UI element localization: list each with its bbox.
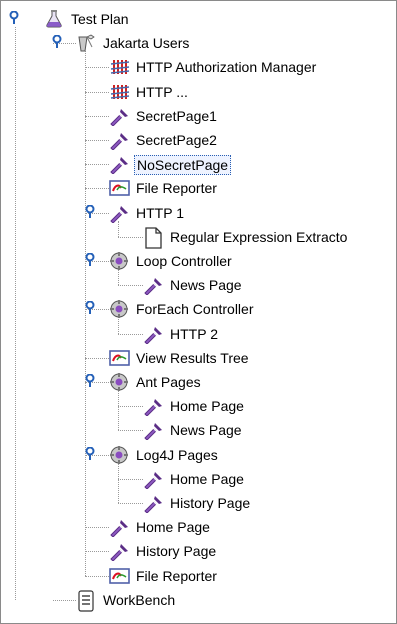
tree-node-label[interactable]: File Reporter <box>134 179 219 197</box>
tree-node-label[interactable]: NoSecretPage <box>134 155 232 176</box>
sampler-pipette-icon <box>109 106 129 127</box>
collapse-toggle-icon[interactable] <box>83 204 97 219</box>
tree-node[interactable]: SecretPage2 <box>1 128 396 151</box>
config-element-icon <box>109 57 130 77</box>
tree-node-label[interactable]: ForEach Controller <box>134 300 256 318</box>
tree-node[interactable]: Regular Expression Extracto <box>1 225 396 249</box>
tree-node-label[interactable]: Home Page <box>168 470 246 488</box>
tree-node[interactable]: File Reporter <box>1 564 396 586</box>
tree-node-label[interactable]: Log4J Pages <box>134 446 220 464</box>
tree-node-label[interactable]: News Page <box>168 421 244 439</box>
collapse-toggle-icon[interactable] <box>50 34 64 49</box>
tree-node[interactable]: History Page <box>1 491 396 514</box>
tree-node-label[interactable]: Ant Pages <box>134 373 203 391</box>
document-icon <box>143 227 163 249</box>
tree-node-label[interactable]: History Page <box>134 542 218 560</box>
tree-node-label[interactable]: File Reporter <box>134 567 219 585</box>
controller-gear-icon <box>109 372 129 392</box>
tree-node[interactable]: History Page <box>1 539 396 563</box>
tree-node-label[interactable]: SecretPage2 <box>134 131 219 149</box>
tree-node[interactable]: File Reporter <box>1 176 396 198</box>
tree-node[interactable]: Ant Pages <box>1 370 396 392</box>
sampler-pipette-icon <box>109 130 129 151</box>
tree-node-label[interactable]: HTTP 1 <box>134 204 186 222</box>
controller-gear-icon <box>109 445 129 465</box>
collapse-toggle-icon[interactable] <box>83 446 97 461</box>
tree-node-label[interactable]: SecretPage1 <box>134 107 219 125</box>
collapse-toggle-icon[interactable] <box>7 10 21 25</box>
tree-node[interactable]: HTTP 1 <box>1 201 396 224</box>
collapse-toggle-icon[interactable] <box>83 252 97 267</box>
listener-icon <box>109 348 130 368</box>
tree-node-label[interactable]: HTTP ... <box>134 83 190 101</box>
sampler-pipette-icon <box>143 469 163 490</box>
flask-icon <box>44 9 64 29</box>
tree-node-label[interactable]: View Results Tree <box>134 349 251 367</box>
controller-gear-icon <box>109 299 129 319</box>
tree-node[interactable]: WorkBench <box>1 588 396 612</box>
sampler-pipette-icon <box>143 493 163 514</box>
thread-group-icon <box>76 33 96 53</box>
sampler-pipette-icon <box>109 203 129 224</box>
collapse-toggle-icon[interactable] <box>83 373 97 388</box>
tree-node[interactable]: Log4J Pages <box>1 443 396 465</box>
tree-node-label[interactable]: HTTP Authorization Manager <box>134 58 318 76</box>
sampler-pipette-icon <box>109 541 129 563</box>
sampler-pipette-icon <box>109 154 129 175</box>
tree-node-label[interactable]: Home Page <box>134 518 212 536</box>
tree-node-label[interactable]: History Page <box>168 494 252 512</box>
tree-node[interactable]: Home Page <box>1 394 396 417</box>
tree-node[interactable]: SecretPage1 <box>1 104 396 127</box>
tree-panel: Test Plan Jakarta Users HTTP Authorization… <box>0 0 397 624</box>
sampler-pipette-icon <box>143 420 163 442</box>
tree-node[interactable]: Loop Controller <box>1 249 396 271</box>
tree-node[interactable]: Test Plan <box>1 7 396 29</box>
tree-node-label[interactable]: HTTP 2 <box>168 325 220 343</box>
tree-node[interactable]: HTTP Authorization Manager <box>1 55 396 77</box>
tree-node-label[interactable]: Regular Expression Extracto <box>168 228 349 246</box>
controller-gear-icon <box>109 251 129 271</box>
tree-node[interactable]: Jakarta Users <box>1 31 396 53</box>
listener-icon <box>109 566 130 586</box>
tree-node[interactable]: NoSecretPage <box>1 152 396 176</box>
tree-node-label[interactable]: Test Plan <box>69 10 131 28</box>
config-element-icon <box>109 82 130 102</box>
workbench-icon <box>76 590 96 612</box>
tree-node-label[interactable]: Home Page <box>168 397 246 415</box>
tree-node-label[interactable]: WorkBench <box>101 591 177 609</box>
tree-node[interactable]: ForEach Controller <box>1 297 396 319</box>
sampler-pipette-icon <box>143 324 163 345</box>
tree-node[interactable]: Home Page <box>1 515 396 538</box>
tree-node-label[interactable]: Jakarta Users <box>101 34 191 52</box>
tree-node[interactable]: News Page <box>1 273 396 296</box>
tree-node[interactable]: Home Page <box>1 467 396 490</box>
collapse-toggle-icon[interactable] <box>83 300 97 315</box>
sampler-pipette-icon <box>143 275 163 296</box>
tree-node-label[interactable]: Loop Controller <box>134 252 234 270</box>
tree-node[interactable]: HTTP 2 <box>1 322 396 345</box>
tree-node[interactable]: News Page <box>1 418 396 442</box>
tree-node[interactable]: View Results Tree <box>1 346 396 368</box>
listener-icon <box>109 178 130 198</box>
sampler-pipette-icon <box>143 396 163 417</box>
tree-node[interactable]: HTTP ... <box>1 80 396 102</box>
tree-node-label[interactable]: News Page <box>168 276 244 294</box>
sampler-pipette-icon <box>109 517 129 538</box>
